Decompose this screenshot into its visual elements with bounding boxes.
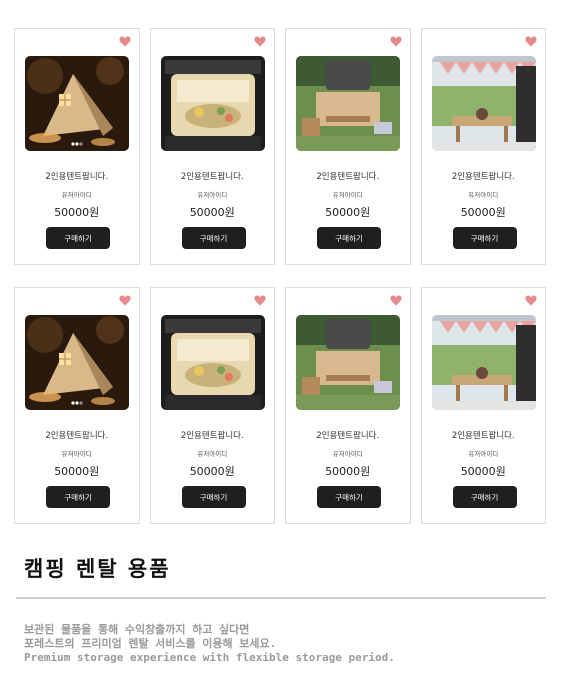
section-description: 보관된 물품을 통해 수익창출까지 하고 싶다면 포레스트의 프리미엄 렌탈 서…	[24, 623, 395, 665]
product-title: 2인용텐트팝니다.	[45, 172, 109, 182]
product-card[interactable]: 2인용텐트팝니다. 유저아이디 50000원 구매하기	[149, 287, 275, 524]
product-price: 50000원	[189, 206, 235, 219]
section-title: 캠핑 렌탈 용품	[24, 557, 171, 581]
product-user: 유저아이디	[468, 450, 499, 458]
product-title: 2인용텐트팝니다.	[316, 431, 380, 441]
product-user: 유저아이디	[61, 450, 92, 458]
car-trunk-icon[interactable]	[160, 56, 265, 151]
product-card[interactable]: 2인용텐트팝니다. 유저아이디 50000원 구매하기	[420, 287, 546, 524]
buy-button[interactable]: 구매하기	[181, 486, 246, 508]
product-card[interactable]: 2인용텐트팝니다. 유저아이디 50000원 구매하기	[285, 287, 411, 524]
buy-button[interactable]: 구매하기	[317, 486, 381, 508]
heart-icon[interactable]	[389, 295, 402, 306]
product-title: 2인용텐트팝니다.	[180, 172, 244, 182]
product-price: 50000원	[54, 465, 100, 478]
car-trunk-icon[interactable]	[160, 315, 265, 410]
heart-icon[interactable]	[525, 295, 537, 306]
car-picnic-icon[interactable]	[431, 315, 536, 410]
tent-icon[interactable]	[25, 56, 129, 151]
heart-icon[interactable]	[118, 295, 131, 306]
product-grid: 2인용텐트팝니다. 유저아이디 50000원 구매하기 2인용텐트팝니다. 유저…	[14, 28, 546, 546]
product-card[interactable]: 2인용텐트팝니다. 유저아이디 50000원 구매하기	[420, 28, 546, 265]
car-picnic-icon[interactable]	[431, 56, 536, 151]
product-user: 유저아이디	[197, 191, 228, 199]
product-title: 2인용텐트팝니다.	[316, 172, 380, 182]
product-price: 50000원	[325, 206, 371, 219]
heart-icon[interactable]	[118, 36, 131, 47]
description-line: Premium storage experience with flexible…	[24, 651, 395, 664]
heart-icon[interactable]	[254, 36, 266, 47]
heart-icon[interactable]	[389, 36, 402, 47]
product-price: 50000원	[54, 206, 100, 219]
buy-button[interactable]: 구매하기	[181, 227, 246, 249]
product-user: 유저아이디	[332, 191, 363, 199]
product-card[interactable]: 2인용텐트팝니다. 유저아이디 50000원 구매하기	[285, 28, 411, 265]
tent-icon[interactable]	[25, 315, 129, 410]
product-price: 50000원	[325, 465, 371, 478]
product-card[interactable]: 2인용텐트팝니다. 유저아이디 50000원 구매하기	[14, 28, 140, 265]
buy-button[interactable]: 구매하기	[317, 227, 381, 249]
picnic-table-icon[interactable]	[296, 315, 400, 410]
product-user: 유저아이디	[468, 191, 499, 199]
product-user: 유저아이디	[332, 450, 363, 458]
product-title: 2인용텐트팝니다.	[180, 431, 244, 441]
heart-icon[interactable]	[525, 36, 537, 47]
product-price: 50000원	[189, 465, 235, 478]
product-price: 50000원	[460, 206, 506, 219]
product-row: 2인용텐트팝니다. 유저아이디 50000원 구매하기 2인용텐트팝니다. 유저…	[14, 287, 546, 524]
product-title: 2인용텐트팝니다.	[451, 172, 515, 182]
product-row: 2인용텐트팝니다. 유저아이디 50000원 구매하기 2인용텐트팝니다. 유저…	[14, 28, 546, 265]
buy-button[interactable]: 구매하기	[452, 227, 517, 249]
product-user: 유저아이디	[197, 450, 228, 458]
product-card[interactable]: 2인용텐트팝니다. 유저아이디 50000원 구매하기	[149, 28, 275, 265]
description-line: 포레스트의 프리미엄 렌탈 서비스를 이용해 보세요.	[24, 637, 277, 650]
description-line: 보관된 물품을 통해 수익창출까지 하고 싶다면	[24, 623, 250, 636]
divider	[16, 597, 546, 599]
product-price: 50000원	[460, 465, 506, 478]
picnic-table-icon[interactable]	[296, 56, 400, 151]
buy-button[interactable]: 구매하기	[46, 227, 110, 249]
product-card[interactable]: 2인용텐트팝니다. 유저아이디 50000원 구매하기	[14, 287, 140, 524]
buy-button[interactable]: 구매하기	[452, 486, 517, 508]
product-title: 2인용텐트팝니다.	[45, 431, 109, 441]
buy-button[interactable]: 구매하기	[46, 486, 110, 508]
heart-icon[interactable]	[254, 295, 266, 306]
product-title: 2인용텐트팝니다.	[451, 431, 515, 441]
product-user: 유저아이디	[61, 191, 92, 199]
